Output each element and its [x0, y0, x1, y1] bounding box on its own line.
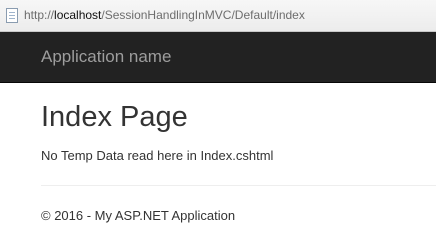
brand-link[interactable]: Application name	[41, 47, 171, 67]
footer-text: © 2016 - My ASP.NET Application	[41, 208, 236, 223]
page-icon	[6, 8, 18, 23]
url-scheme: http://	[24, 8, 55, 22]
browser-address-bar[interactable]: http://localhost/SessionHandlingInMVC/De…	[0, 0, 436, 32]
footer-divider	[41, 185, 436, 186]
page-title: Index Page	[41, 101, 188, 133]
temp-data-message: No Temp Data read here in Index.cshtml	[41, 148, 274, 163]
navbar: Application name	[0, 32, 436, 83]
url-host: localhost	[54, 8, 102, 22]
url-path: /SessionHandlingInMVC/Default/index	[101, 8, 305, 22]
url-field[interactable]: http://localhost/SessionHandlingInMVC/De…	[24, 8, 305, 23]
